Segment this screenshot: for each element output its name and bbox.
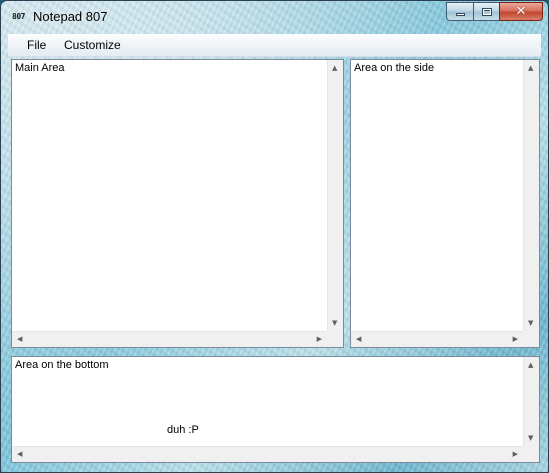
scroll-down-icon[interactable]: ▼ [528,320,533,327]
scroll-right-icon[interactable]: ▶ [513,451,518,458]
maximize-icon [481,7,492,16]
scroll-up-icon[interactable]: ▲ [332,65,337,72]
main-area-textbox[interactable]: Main Area ▲ ▼ ◀ ▶ [11,59,344,348]
scrollbar-corner [523,446,539,462]
side-horizontal-scrollbar[interactable]: ◀ ▶ [351,331,523,347]
scrollbar-corner [327,331,343,347]
menu-file[interactable]: File [27,38,46,52]
app-window: 807 Notepad 807 ✕ File Customize Main Ar… [0,0,549,473]
client-area: File Customize Main Area ▲ ▼ ◀ ▶ Area on… [8,34,541,466]
title-bar[interactable]: 807 Notepad 807 ✕ [1,1,548,34]
menu-customize[interactable]: Customize [64,38,121,52]
caption-buttons: ✕ [446,2,543,22]
menu-bar: File Customize [8,34,541,57]
app-icon: 807 [12,12,25,21]
scroll-down-icon[interactable]: ▼ [528,435,533,442]
side-area-text: Area on the side [354,62,435,74]
maximize-button[interactable] [473,2,499,21]
side-vertical-scrollbar[interactable]: ▲ ▼ [523,60,539,332]
minimize-icon [455,13,465,16]
side-area-textbox[interactable]: Area on the side ▲ ▼ ◀ ▶ [350,59,540,348]
bottom-area-extra-text: duh :P [167,424,199,436]
window-title: Notepad 807 [33,9,108,24]
scrollbar-corner [523,331,539,347]
bottom-vertical-scrollbar[interactable]: ▲ ▼ [523,357,539,447]
main-vertical-scrollbar[interactable]: ▲ ▼ [327,60,343,332]
main-area-text: Main Area [15,62,65,74]
scroll-down-icon[interactable]: ▼ [332,320,337,327]
scroll-left-icon[interactable]: ◀ [17,451,22,458]
minimize-button[interactable] [446,2,473,21]
bottom-horizontal-scrollbar[interactable]: ◀ ▶ [12,446,523,462]
scroll-up-icon[interactable]: ▲ [528,65,533,72]
scroll-right-icon[interactable]: ▶ [513,336,518,343]
close-icon: ✕ [515,4,527,19]
close-button[interactable]: ✕ [499,2,543,21]
scroll-up-icon[interactable]: ▲ [528,362,533,369]
scroll-left-icon[interactable]: ◀ [17,336,22,343]
bottom-area-text: Area on the bottom [15,359,109,371]
main-horizontal-scrollbar[interactable]: ◀ ▶ [12,331,327,347]
scroll-left-icon[interactable]: ◀ [356,336,361,343]
bottom-area-textbox[interactable]: Area on the bottom duh :P ▲ ▼ ◀ ▶ [11,356,540,463]
scroll-right-icon[interactable]: ▶ [317,336,322,343]
